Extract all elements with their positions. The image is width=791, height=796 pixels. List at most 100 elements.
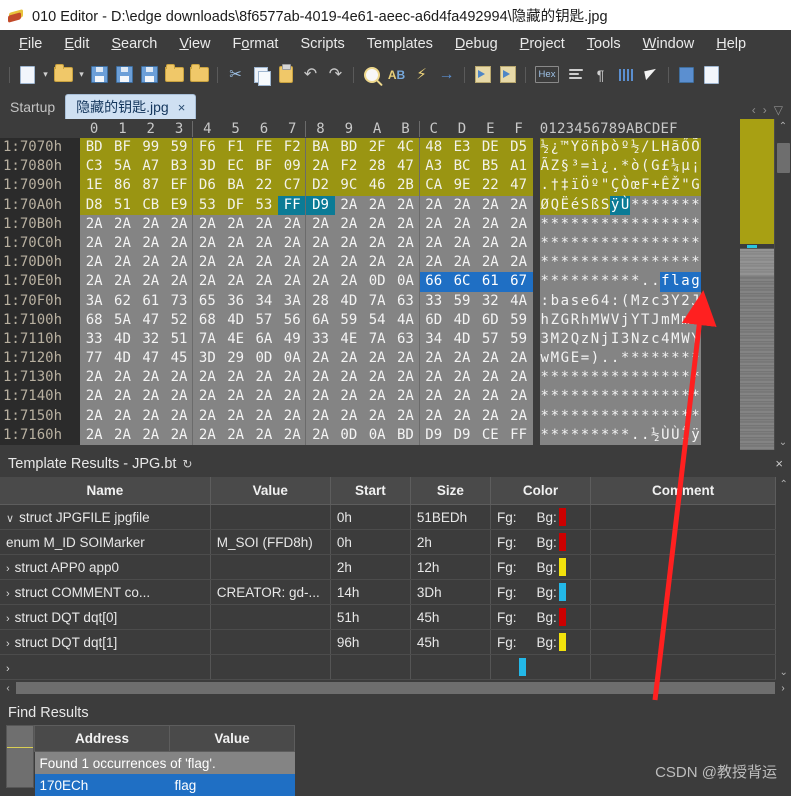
hex-byte[interactable]: 2A bbox=[136, 214, 165, 234]
hex-byte[interactable]: D8 bbox=[80, 195, 109, 215]
ascii-char[interactable]: 2 bbox=[680, 291, 691, 311]
ascii-char[interactable]: þ bbox=[600, 138, 611, 158]
hex-byte[interactable]: 2A bbox=[108, 253, 137, 273]
ascii-char[interactable]: * bbox=[650, 253, 661, 273]
hex-row-ascii[interactable]: . † ‡ ï Öº " Ç Òœ F + Ê Ž " G bbox=[539, 176, 701, 196]
ascii-char[interactable]: * bbox=[610, 214, 621, 234]
ascii-char[interactable]: * bbox=[680, 406, 691, 426]
ascii-char[interactable]: * bbox=[559, 233, 570, 254]
hex-byte[interactable]: 2A bbox=[334, 233, 363, 254]
ascii-char[interactable]: Ë bbox=[559, 195, 570, 215]
hex-byte[interactable]: 2A bbox=[221, 387, 250, 407]
hex-byte[interactable]: 2A bbox=[447, 349, 477, 369]
ascii-char[interactable]: : bbox=[539, 291, 550, 311]
tr-cell-name[interactable]: › bbox=[0, 654, 211, 680]
ascii-char[interactable]: Y bbox=[630, 310, 641, 330]
hex-byte[interactable]: 2A bbox=[419, 387, 448, 407]
ascii-char[interactable]: ¿ bbox=[600, 157, 611, 177]
hex-byte[interactable]: 33 bbox=[419, 291, 448, 311]
hex-row-bytes[interactable]: 2A 2A 2A 2A 2A 2A 2A 2A 2A 2A 2A 2A 2A 2A 2A 2A bbox=[80, 253, 533, 273]
ascii-char[interactable]: * bbox=[589, 253, 601, 273]
ascii-char[interactable]: * bbox=[600, 272, 611, 292]
ascii-char[interactable]: * bbox=[650, 233, 661, 254]
tr-cell-color[interactable]: Fg: Bg: bbox=[490, 554, 592, 580]
ascii-char[interactable]: * bbox=[630, 368, 641, 388]
ascii-char[interactable]: Ő bbox=[680, 138, 691, 158]
ascii-char[interactable]: h bbox=[539, 310, 550, 330]
ascii-char[interactable]: * bbox=[589, 406, 601, 426]
ascii-char[interactable]: * bbox=[670, 195, 681, 215]
ascii-char[interactable]: 3 bbox=[620, 329, 631, 350]
ascii-char[interactable]: Q bbox=[569, 329, 580, 350]
ascii-char[interactable]: W bbox=[600, 310, 611, 330]
scroll-up-icon[interactable]: ⌃ bbox=[779, 121, 787, 132]
ascii-char[interactable]: * bbox=[569, 233, 580, 254]
ascii-char[interactable]: ö bbox=[579, 138, 590, 158]
tr-cell-color[interactable]: Fg: Bg: bbox=[490, 629, 592, 655]
hex-byte[interactable]: 2A bbox=[362, 253, 392, 273]
ascii-char[interactable]: * bbox=[660, 253, 671, 273]
ascii-char[interactable]: G bbox=[690, 176, 701, 196]
hex-byte[interactable]: 4E bbox=[334, 329, 363, 350]
hex-byte[interactable]: 51 bbox=[164, 329, 194, 350]
tr-cell-name[interactable]: › struct DQT dqt[1] bbox=[0, 629, 211, 655]
ascii-char[interactable]: S bbox=[579, 195, 590, 215]
hex-byte[interactable]: 3D bbox=[193, 157, 222, 177]
hex-byte[interactable]: D9 bbox=[306, 195, 335, 215]
hex-byte[interactable]: 22 bbox=[476, 176, 505, 196]
ascii-char[interactable]: ½ bbox=[650, 425, 661, 445]
hex-byte[interactable]: 2A bbox=[476, 368, 505, 388]
hex-byte[interactable]: 2A bbox=[193, 253, 222, 273]
hex-byte[interactable]: 4E bbox=[221, 329, 250, 350]
ascii-char[interactable]: * bbox=[670, 387, 681, 407]
ascii-char[interactable]: é bbox=[569, 195, 580, 215]
col-header-name[interactable]: Name bbox=[0, 477, 211, 505]
hex-row[interactable]: 1:7110h 33 4D 32 51 7A 4E 6A 49 33 4E 7A 63 34 4D 57 59 3… bbox=[0, 329, 740, 350]
byte-order-icon[interactable] bbox=[564, 63, 587, 86]
hex-byte[interactable]: 59 bbox=[334, 310, 363, 330]
ascii-char[interactable]: ( bbox=[640, 157, 651, 177]
hex-byte[interactable]: 2A bbox=[306, 253, 335, 273]
ascii-char[interactable]: * bbox=[610, 425, 621, 445]
ascii-char[interactable]: * bbox=[559, 425, 570, 445]
hex-byte[interactable]: 2A bbox=[419, 368, 448, 388]
hex-byte[interactable]: 6A bbox=[306, 310, 335, 330]
hex-byte[interactable]: 2A bbox=[80, 233, 109, 254]
ascii-char[interactable]: * bbox=[549, 214, 560, 234]
hex-byte[interactable]: 2A bbox=[221, 253, 250, 273]
hex-row-bytes[interactable]: 2A 2A 2A 2A 2A 2A 2A 2A 2A 0D 0A BD D9 D9 CE FF bbox=[80, 425, 533, 445]
bg-color-swatch[interactable] bbox=[558, 583, 566, 601]
ascii-char[interactable]: * bbox=[559, 387, 570, 407]
ascii-char[interactable]: * bbox=[539, 425, 550, 445]
ascii-char[interactable]: m bbox=[680, 310, 691, 330]
hex-byte[interactable]: 47 bbox=[136, 349, 165, 369]
hex-byte[interactable]: BF bbox=[108, 138, 137, 158]
ascii-char[interactable]: * bbox=[650, 214, 661, 234]
ascii-char[interactable]: * bbox=[539, 253, 550, 273]
tr-cell-value[interactable] bbox=[210, 629, 331, 655]
hex-row[interactable]: 1:7100h 68 5A 47 52 68 4D 57 56 6A 59 54 4A 6D 4D 6D 59 h… bbox=[0, 310, 740, 330]
hex-byte[interactable]: 2A bbox=[447, 387, 477, 407]
ascii-char[interactable]: * bbox=[630, 406, 641, 426]
hex-byte[interactable]: 4D bbox=[447, 310, 477, 330]
ascii-char[interactable]: * bbox=[630, 253, 641, 273]
hex-row-ascii[interactable]: * * * * * * * * * *.. f l a g bbox=[539, 272, 701, 292]
hex-byte[interactable]: E9 bbox=[164, 195, 194, 215]
hex-byte[interactable]: 2A bbox=[504, 406, 533, 426]
hex-byte[interactable]: 77 bbox=[80, 349, 109, 369]
hex-byte[interactable]: 2A bbox=[476, 253, 505, 273]
hex-byte[interactable]: 2A bbox=[136, 406, 165, 426]
ascii-char[interactable]: * bbox=[690, 406, 701, 426]
ascii-char[interactable]: M bbox=[549, 349, 560, 369]
ascii-char[interactable]: ï bbox=[569, 176, 580, 196]
ascii-char[interactable]: * bbox=[630, 233, 641, 254]
ascii-char[interactable]: . bbox=[650, 272, 661, 292]
tr-cell-start[interactable]: 14h bbox=[330, 579, 411, 605]
chevron-right-icon[interactable]: › bbox=[6, 613, 10, 625]
ascii-char[interactable]: ™ bbox=[559, 138, 570, 158]
hex-row-bytes[interactable]: 2A 2A 2A 2A 2A 2A 2A 2A 2A 2A 0D 0A 66 6C 61 67 bbox=[80, 272, 533, 292]
ascii-char[interactable]: * bbox=[569, 387, 580, 407]
tr-cell-comment[interactable] bbox=[590, 504, 777, 530]
hex-row-bytes[interactable]: 68 5A 47 52 68 4D 57 56 6A 59 54 4A 6D 4D 6D 59 bbox=[80, 310, 533, 330]
hex-byte[interactable]: 2A bbox=[278, 233, 307, 254]
